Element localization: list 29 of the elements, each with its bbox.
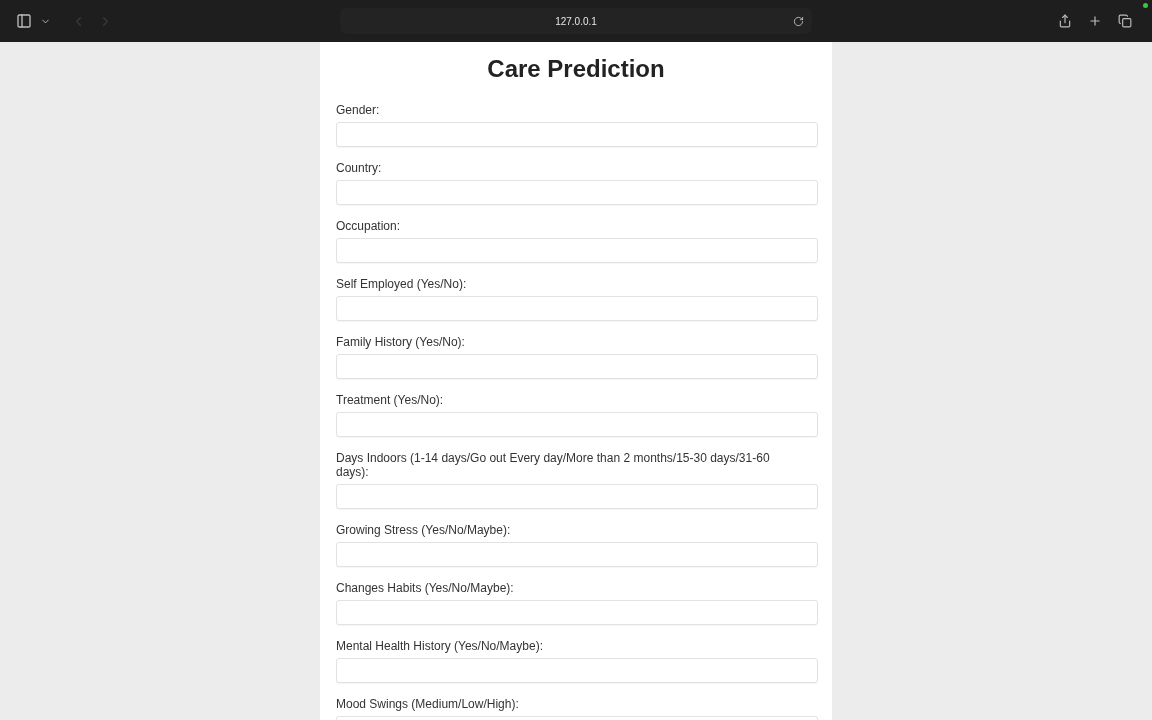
field-label: Mood Swings (Medium/Low/High): xyxy=(336,697,520,711)
input-field[interactable] xyxy=(336,238,818,263)
input-field[interactable] xyxy=(336,122,818,147)
field-label: Family History (Yes/No): xyxy=(336,335,466,349)
input-field[interactable] xyxy=(336,542,818,567)
reload-icon[interactable] xyxy=(793,15,804,27)
field-label: Treatment (Yes/No): xyxy=(336,393,445,407)
input-field[interactable] xyxy=(336,658,818,683)
field-label: Self Employed (Yes/No): xyxy=(336,277,468,291)
input-field[interactable] xyxy=(336,296,818,321)
field-label: Country: xyxy=(336,161,383,175)
sidebar-icon[interactable] xyxy=(16,13,32,29)
field-label: Occupation: xyxy=(336,219,402,233)
share-icon[interactable] xyxy=(1058,14,1072,28)
address-bar[interactable]: 127.0.0.1 xyxy=(340,8,812,34)
new-tab-icon[interactable] xyxy=(1088,14,1102,28)
input-field[interactable] xyxy=(336,180,818,205)
form-title: Care Prediction xyxy=(486,55,666,83)
input-field[interactable] xyxy=(336,412,818,437)
field-label: Changes Habits (Yes/No/Maybe): xyxy=(336,581,515,595)
field-label: Days Indoors (1-14 days/Go out Every day/More than 2 months/15-30 days/31-60 days): xyxy=(336,451,771,479)
input-field[interactable] xyxy=(336,484,818,509)
field-label: Mental Health History (Yes/No/Maybe): xyxy=(336,639,544,653)
input-field[interactable] xyxy=(336,354,818,379)
tabs-overview-icon[interactable] xyxy=(1118,14,1132,28)
field-label: Gender: xyxy=(336,103,381,117)
field-label: Growing Stress (Yes/No/Maybe): xyxy=(336,523,512,537)
address-text: 127.0.0.1 xyxy=(555,14,597,29)
input-field[interactable] xyxy=(336,600,818,625)
